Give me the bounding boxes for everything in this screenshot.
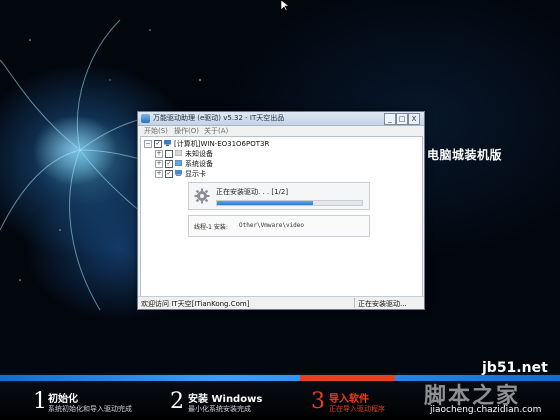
checkbox-unknown[interactable] bbox=[165, 150, 173, 158]
install-progress-panel: 正在安装驱动. . . [1/2] bbox=[188, 182, 370, 210]
step-title: 安装 Windows bbox=[188, 394, 263, 405]
system-device-icon bbox=[175, 160, 182, 166]
status-bar: 欢迎访问 IT天空[ITianKong.Com] 正在安装驱动... bbox=[138, 296, 424, 309]
progress-bar bbox=[216, 200, 363, 206]
minimize-button[interactable]: _ bbox=[384, 113, 396, 125]
expand-icon[interactable]: + bbox=[155, 160, 163, 168]
menu-start[interactable]: 开始(S) bbox=[144, 126, 168, 136]
progress-label: 正在安装驱动. . . [1/2] bbox=[216, 188, 289, 196]
mouse-cursor-icon bbox=[280, 0, 290, 12]
display-adapter-icon bbox=[175, 170, 182, 176]
window-title: 万能驱动助理 (e驱动) v5.32 - IT天空出品 bbox=[153, 114, 285, 122]
tree-item-display[interactable]: + ✓ 显示卡 bbox=[155, 169, 305, 178]
gear-icon bbox=[194, 188, 210, 204]
step-number: 1 bbox=[33, 389, 47, 414]
driver-assistant-window: 万能驱动助理 (e驱动) v5.32 - IT天空出品 _ □ X 开始(S) … bbox=[137, 111, 425, 310]
tree-item-label: 系统设备 bbox=[185, 160, 213, 168]
status-welcome: 欢迎访问 IT天空[ITianKong.Com] bbox=[141, 300, 250, 308]
collapse-icon[interactable]: − bbox=[144, 140, 152, 148]
thread-info-panel: 线程-1 安装: Other\Vmware\video bbox=[188, 215, 370, 237]
thread-label: 线程-1 安装: bbox=[194, 224, 228, 231]
tree-item-unknown[interactable]: + 未知设备 bbox=[155, 149, 305, 158]
tree-item-label: 未知设备 bbox=[185, 150, 213, 158]
expand-icon[interactable]: + bbox=[155, 170, 163, 178]
menu-bar: 开始(S) 操作(O) 关于(A) bbox=[138, 126, 424, 136]
step-subtitle: 最小化系统安装完成 bbox=[188, 405, 251, 413]
status-state: 正在安装驱动... bbox=[358, 300, 407, 308]
tree-root[interactable]: − ✓ [计算机]WIN-EO31O6POT3R bbox=[144, 139, 344, 148]
app-icon bbox=[141, 114, 150, 123]
progress-fill bbox=[217, 201, 313, 205]
tree-root-label: [计算机]WIN-EO31O6POT3R bbox=[174, 140, 270, 148]
step-subtitle: 正在导入驱动程序 bbox=[329, 405, 385, 413]
maximize-button[interactable]: □ bbox=[396, 113, 408, 125]
checkbox-system[interactable]: ✓ bbox=[165, 160, 173, 168]
step-title: 初始化 bbox=[48, 394, 78, 405]
computer-icon bbox=[164, 140, 171, 146]
step-number: 3 bbox=[311, 389, 325, 414]
checkbox-root[interactable]: ✓ bbox=[154, 140, 162, 148]
expand-icon[interactable]: + bbox=[155, 150, 163, 158]
watermark-site: jb51.net bbox=[482, 360, 548, 376]
status-divider bbox=[354, 298, 355, 308]
unknown-device-icon bbox=[175, 150, 182, 156]
tree-item-label: 显示卡 bbox=[185, 170, 206, 178]
brand-text: 电脑城装机版 bbox=[427, 148, 503, 162]
close-button[interactable]: X bbox=[408, 113, 420, 125]
title-bar[interactable]: 万能驱动助理 (e驱动) v5.32 - IT天空出品 _ □ X bbox=[138, 112, 424, 126]
step-number: 2 bbox=[170, 389, 184, 414]
watermark-url: jiaocheng.chazidian.com bbox=[430, 405, 542, 415]
install-path: Other\Vmware\video bbox=[239, 222, 305, 229]
step-title: 导入软件 bbox=[329, 394, 369, 405]
active-step-indicator bbox=[300, 375, 395, 381]
menu-operate[interactable]: 操作(O) bbox=[174, 126, 199, 136]
tree-item-system[interactable]: + ✓ 系统设备 bbox=[155, 159, 305, 168]
step-subtitle: 系统初始化和导入驱动完成 bbox=[48, 405, 132, 413]
menu-about[interactable]: 关于(A) bbox=[204, 126, 228, 136]
checkbox-display[interactable]: ✓ bbox=[165, 170, 173, 178]
